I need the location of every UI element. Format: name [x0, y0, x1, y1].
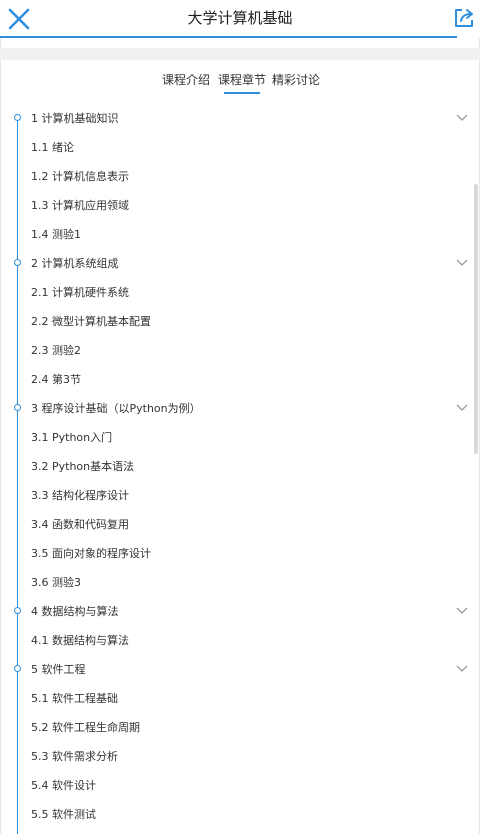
chapter-row[interactable]: 5 软件工程 [0, 655, 480, 684]
share-icon[interactable] [452, 6, 476, 30]
section-row[interactable]: 2.2 微型计算机基本配置 [0, 307, 480, 336]
active-tab-indicator [224, 92, 261, 94]
section-title: 4.1 数据结构与算法 [31, 634, 129, 647]
section-row[interactable]: 3.6 测验3 [0, 568, 480, 597]
section-title: 1.4 测验1 [31, 228, 81, 241]
chapter-title: 1 计算机基础知识 [31, 112, 119, 125]
timeline-node-icon [14, 404, 21, 411]
header-divider [0, 36, 457, 38]
app-header: 大学计算机基础 [0, 0, 480, 38]
section-title: 3.3 结构化程序设计 [31, 489, 129, 502]
chapter-title: 4 数据结构与算法 [31, 605, 119, 618]
section-title: 1.3 计算机应用领域 [31, 199, 129, 212]
section-row[interactable]: 5.5 软件测试 [0, 800, 480, 829]
section-title: 5.3 软件需求分析 [31, 750, 118, 763]
section-title: 2.1 计算机硬件系统 [31, 286, 129, 299]
section-row[interactable]: 3.1 Python入门 [0, 423, 480, 452]
section-row[interactable]: 3.4 函数和代码复用 [0, 510, 480, 539]
tab-discussions[interactable]: 精彩讨论 [272, 70, 320, 94]
tab-course-intro[interactable]: 课程介绍 [162, 70, 210, 94]
section-title: 2.3 测验2 [31, 344, 81, 357]
close-icon[interactable] [6, 6, 32, 32]
section-title: 3.1 Python入门 [31, 431, 113, 444]
chapter-row[interactable]: 2 计算机系统组成 [0, 249, 480, 278]
chapter-row[interactable]: 4 数据结构与算法 [0, 597, 480, 626]
section-title: 5.4 软件设计 [31, 779, 96, 792]
timeline-node-icon [14, 665, 21, 672]
section-row[interactable]: 3.3 结构化程序设计 [0, 481, 480, 510]
chapter-row[interactable]: 1 计算机基础知识 [0, 104, 480, 133]
tab-label: 课程章节 [218, 73, 267, 87]
chevron-down-icon[interactable] [455, 258, 469, 268]
section-row[interactable]: 5.1 软件工程基础 [0, 684, 480, 713]
section-row[interactable]: 3.5 面向对象的程序设计 [0, 539, 480, 568]
section-row[interactable]: 5.3 软件需求分析 [0, 742, 480, 771]
section-row[interactable]: 1.2 计算机信息表示 [0, 162, 480, 191]
chapter-title: 5 软件工程 [31, 663, 86, 676]
tab-label: 课程介绍 [162, 73, 211, 87]
timeline-node-icon [14, 114, 21, 121]
chevron-down-icon[interactable] [455, 403, 469, 413]
scrollbar[interactable] [474, 184, 478, 454]
section-title: 2.2 微型计算机基本配置 [31, 315, 151, 328]
course-tabs: 课程介绍 课程章节 精彩讨论 [0, 68, 480, 96]
section-title: 5.5 软件测试 [31, 808, 96, 821]
chapter-title: 3 程序设计基础（以Python为例） [31, 402, 201, 415]
section-title: 1.2 计算机信息表示 [31, 170, 129, 183]
timeline-node-icon [14, 607, 21, 614]
section-row[interactable]: 1.3 计算机应用领域 [0, 191, 480, 220]
section-row[interactable]: 2.1 计算机硬件系统 [0, 278, 480, 307]
section-title: 2.4 第3节 [31, 373, 81, 386]
section-title: 3.6 测验3 [31, 576, 81, 589]
section-row[interactable]: 5.4 软件设计 [0, 771, 480, 800]
timeline-node-icon [14, 259, 21, 266]
section-row[interactable]: 2.3 测验2 [0, 336, 480, 365]
tab-course-chapters[interactable]: 课程章节 [218, 70, 266, 94]
section-row[interactable]: 4.1 数据结构与算法 [0, 626, 480, 655]
section-title: 3.4 函数和代码复用 [31, 518, 129, 531]
section-row[interactable]: 1.4 测验1 [0, 220, 480, 249]
chapter-title: 2 计算机系统组成 [31, 257, 119, 270]
section-title: 5.2 软件工程生命周期 [31, 721, 140, 734]
section-separator [0, 48, 480, 60]
section-row[interactable]: 1.1 绪论 [0, 133, 480, 162]
chevron-down-icon[interactable] [455, 606, 469, 616]
section-row[interactable]: 3.2 Python基本语法 [0, 452, 480, 481]
section-row[interactable]: 5.2 软件工程生命周期 [0, 713, 480, 742]
chapter-row[interactable]: 3 程序设计基础（以Python为例） [0, 394, 480, 423]
chevron-down-icon[interactable] [455, 664, 469, 674]
section-title: 5.1 软件工程基础 [31, 692, 118, 705]
tab-label: 精彩讨论 [272, 73, 321, 87]
section-row[interactable]: 2.4 第3节 [0, 365, 480, 394]
section-title: 3.5 面向对象的程序设计 [31, 547, 151, 560]
chevron-down-icon[interactable] [455, 113, 469, 123]
section-title: 1.1 绪论 [31, 141, 74, 154]
page-title: 大学计算机基础 [187, 9, 293, 27]
section-title: 3.2 Python基本语法 [31, 460, 135, 473]
